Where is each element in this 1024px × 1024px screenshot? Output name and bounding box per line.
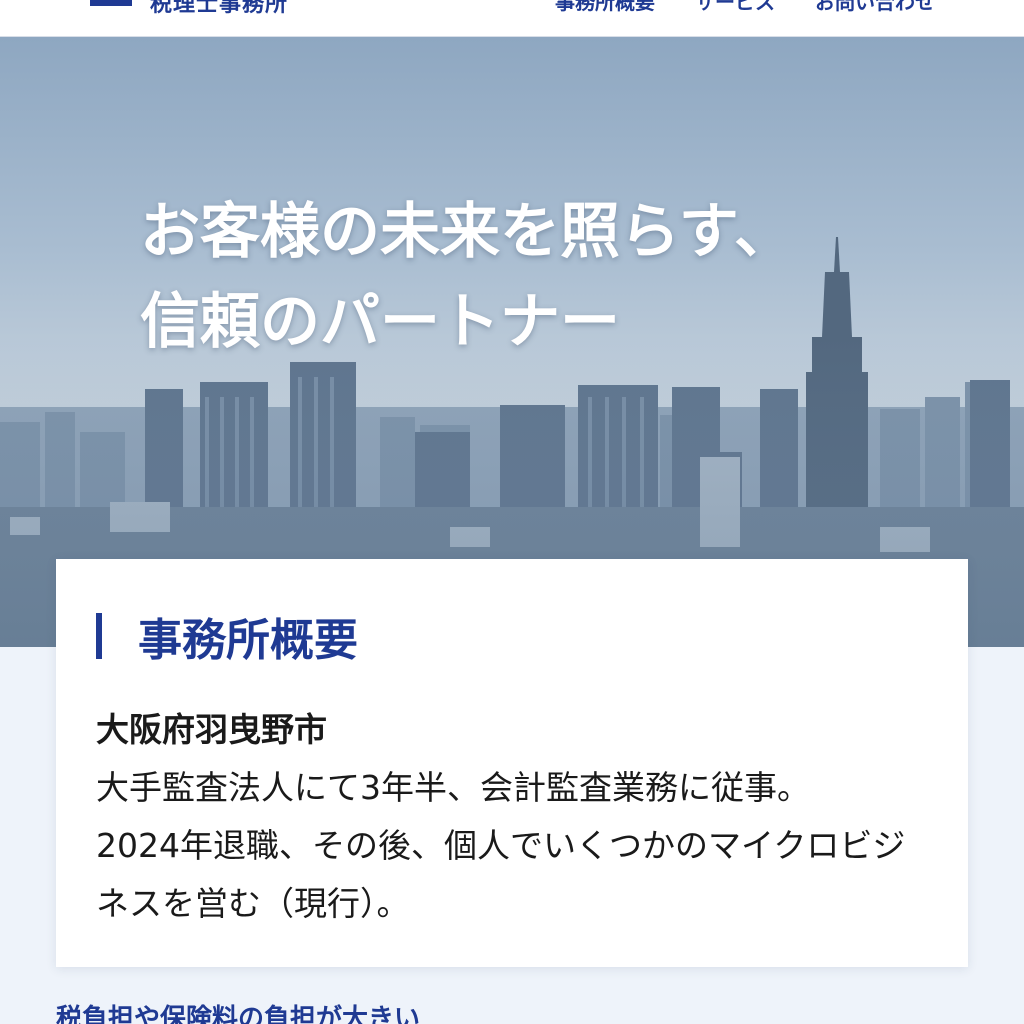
overview-body-line: 大手監査法人にて3年半、会計監査業務に従事。 (96, 768, 810, 807)
nav-item-contact[interactable]: お問い合わせ (815, 0, 935, 15)
nav-item-overview[interactable]: 事務所概要 (555, 0, 655, 15)
site-header: 税理士事務所 事務所概要 サービス お問い合わせ (0, 0, 1024, 37)
nav-item-services[interactable]: サービス (695, 0, 775, 15)
hero-title-line2: 信頼のパートナー (140, 287, 620, 357)
hero-title: お客様の未来を照らす、 信頼のパートナー (140, 187, 794, 367)
overview-location: 大阪府羽曳野市 (96, 710, 327, 749)
next-section-heading: 税負担や保険料の負担が大きい (56, 1004, 421, 1024)
overview-body-line: 2024年退職、その後、個人でいくつかのマイクロビジ (96, 826, 906, 865)
logo-mark[interactable] (90, 0, 132, 6)
main-nav: 事務所概要 サービス お問い合わせ (555, 0, 935, 15)
section-accent-bar (96, 613, 102, 659)
page: 税理士事務所 事務所概要 サービス お問い合わせ お客様の未来を照らす、 信頼の… (0, 0, 1024, 1024)
overview-body: 大手監査法人にて3年半、会計監査業務に従事。 2024年退職、その後、個人でいく… (96, 759, 946, 933)
overview-body-line: ネスを営む（現行）。 (96, 884, 410, 923)
logo-text[interactable]: 税理士事務所 (150, 0, 288, 18)
overview-card: 事務所概要 大阪府羽曳野市 大手監査法人にて3年半、会計監査業務に従事。 202… (56, 559, 968, 967)
hero-title-line1: お客様の未来を照らす、 (140, 197, 794, 267)
overview-title: 事務所概要 (138, 615, 358, 666)
hero-section: お客様の未来を照らす、 信頼のパートナー (0, 37, 1024, 647)
